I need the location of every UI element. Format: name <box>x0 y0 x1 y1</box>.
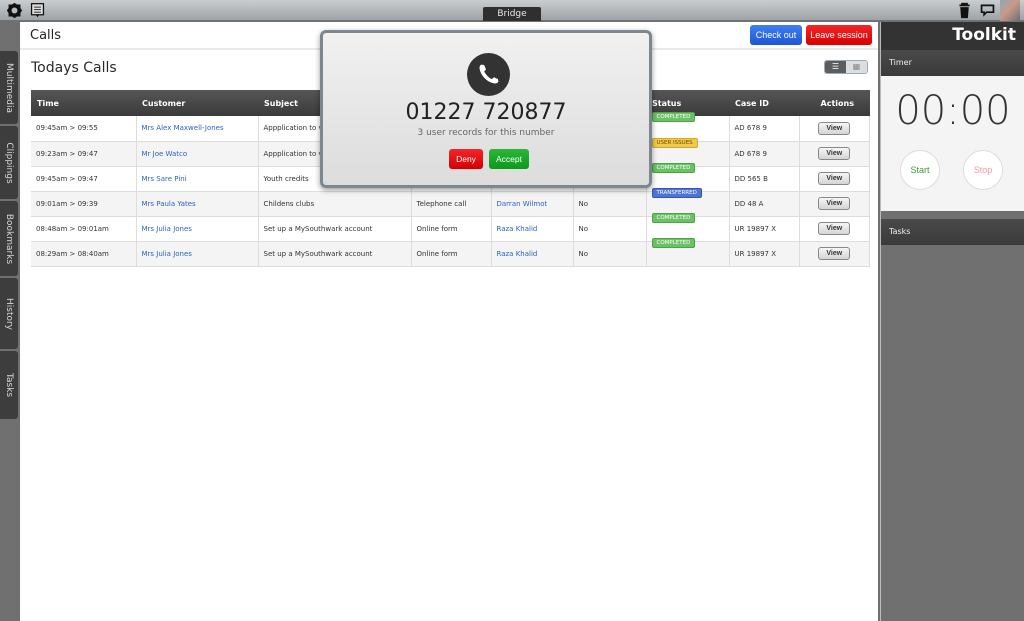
accept-call-button[interactable]: Accept <box>489 149 529 169</box>
toolkit-title: Toolkit <box>881 22 1024 50</box>
top-bar: Bridge <box>0 0 1024 21</box>
tasks-header[interactable]: Tasks <box>881 219 1024 245</box>
customer-link[interactable]: Mrs Julia Jones <box>136 216 259 242</box>
view-button[interactable]: View <box>818 247 851 260</box>
cell-time: 08:29am > 08:40am <box>31 241 137 267</box>
cell-subject: Childens clubs <box>258 191 412 217</box>
cell-case-id: AD 678 9 <box>729 141 800 167</box>
user-records-text: 3 user records for this number <box>417 128 555 138</box>
table-row: 09:01am > 09:39 Mrs Paula Yates Childens c… <box>31 187 870 217</box>
col-time: Time <box>31 90 136 116</box>
customer-link[interactable]: Mrs Julia Jones <box>136 241 259 267</box>
check-out-button[interactable]: Check out <box>750 25 802 45</box>
leave-session-button[interactable]: Leave session <box>806 25 872 45</box>
timer-widget: 00:00 Start Stop <box>881 76 1024 211</box>
status-badge: COMPLETED <box>651 162 696 173</box>
cell-follow-up: No <box>573 216 647 242</box>
cell-actions: View <box>799 241 870 267</box>
timer-start-button[interactable]: Start <box>900 150 940 190</box>
trash-icon[interactable] <box>956 2 973 19</box>
deny-call-button[interactable]: Deny <box>449 149 483 169</box>
timer-value: 00:00 <box>895 88 1011 134</box>
cell-actions: View <box>799 216 870 242</box>
tab-history[interactable]: History <box>0 278 18 349</box>
cell-subject: Set up a MySouthwark account <box>258 241 412 267</box>
tab-tasks[interactable]: Tasks <box>0 351 18 419</box>
view-button[interactable]: View <box>818 172 851 185</box>
cell-time: 09:01am > 09:39 <box>31 191 137 217</box>
col-case-id: Case ID <box>729 90 799 116</box>
tab-multimedia[interactable]: Multimedia <box>0 51 18 124</box>
section-title: Todays Calls <box>31 60 117 76</box>
status-badge: USER ISSUES <box>651 137 698 148</box>
agent-link[interactable]: Raza Khalid <box>491 241 574 267</box>
cell-time: 08:48am > 09:01am <box>31 216 137 242</box>
cell-time: 09:23am > 09:47 <box>31 141 137 167</box>
cell-case-id: DD 48 A <box>729 191 800 217</box>
cell-channel: Telephone call <box>411 191 492 217</box>
tab-clippings[interactable]: Clippings <box>0 126 18 199</box>
cell-status: COMPLETED <box>646 237 730 267</box>
toolkit-panel: Toolkit Timer 00:00 Start Stop Tasks <box>880 22 1024 621</box>
timer-header[interactable]: Timer <box>881 50 1024 76</box>
agent-link[interactable]: Darran Wilmot <box>491 191 574 217</box>
cell-actions: View <box>799 116 870 142</box>
left-dock: Multimedia Clippings Bookmarks History T… <box>0 22 18 621</box>
chat-icon[interactable] <box>979 2 996 19</box>
cell-channel: Online form <box>411 241 492 267</box>
cell-case-id: UR 19897 X <box>729 241 800 267</box>
view-toggle: ☰ ▦ <box>824 60 868 74</box>
phone-icon <box>467 53 510 96</box>
cell-case-id: UR 19897 X <box>729 216 800 242</box>
tab-bookmarks[interactable]: Bookmarks <box>0 201 18 276</box>
cell-follow-up: No <box>573 191 647 217</box>
cell-subject: Set up a MySouthwark account <box>258 216 412 242</box>
page-title: Calls <box>30 28 62 43</box>
gear-icon[interactable] <box>6 2 23 19</box>
cell-case-id: DD 565 B <box>729 166 800 192</box>
cell-time: 09:45am > 09:47 <box>31 166 137 192</box>
customer-link[interactable]: Mrs Alex Maxwell-Jones <box>136 116 259 142</box>
customer-link[interactable]: Mrs Paula Yates <box>136 191 259 217</box>
col-customer: Customer <box>136 90 258 116</box>
status-badge: COMPLETED <box>651 212 696 223</box>
cell-actions: View <box>799 166 870 192</box>
view-button[interactable]: View <box>818 147 851 160</box>
list-view-icon[interactable]: ☰ <box>825 61 846 73</box>
bridge-tab[interactable]: Bridge <box>483 7 541 21</box>
notes-icon[interactable] <box>29 2 46 19</box>
caller-phone-number: 01227 720877 <box>405 100 567 125</box>
col-actions: Actions <box>799 90 870 116</box>
cell-actions: View <box>799 191 870 217</box>
view-button[interactable]: View <box>818 222 851 235</box>
cell-follow-up: No <box>573 241 647 267</box>
incoming-call-modal: 01227 720877 3 user records for this num… <box>320 30 652 188</box>
table-row: 08:29am > 08:40am Mrs Julia Jones Set up a… <box>31 237 870 267</box>
cell-actions: View <box>799 141 870 167</box>
cell-channel: Online form <box>411 216 492 242</box>
customer-link[interactable]: Mrs Sare Pini <box>136 166 259 192</box>
status-badge: TRANSFERRED <box>651 187 702 198</box>
user-avatar[interactable] <box>1000 0 1020 21</box>
cell-case-id: AD 678 9 <box>729 116 800 142</box>
grid-view-icon[interactable]: ▦ <box>846 61 867 73</box>
timer-stop-button[interactable]: Stop <box>963 150 1003 190</box>
status-badge: COMPLETED <box>651 237 696 248</box>
cell-time: 09:45am > 09:55 <box>31 116 137 142</box>
view-button[interactable]: View <box>818 197 851 210</box>
agent-link[interactable]: Raza Khalid <box>491 216 574 242</box>
view-button[interactable]: View <box>818 121 851 135</box>
table-row: 08:48am > 09:01am Mrs Julia Jones Set up a… <box>31 212 870 242</box>
status-badge: COMPLETED <box>651 112 696 123</box>
customer-link[interactable]: Mr Joe Watco <box>136 141 259 167</box>
